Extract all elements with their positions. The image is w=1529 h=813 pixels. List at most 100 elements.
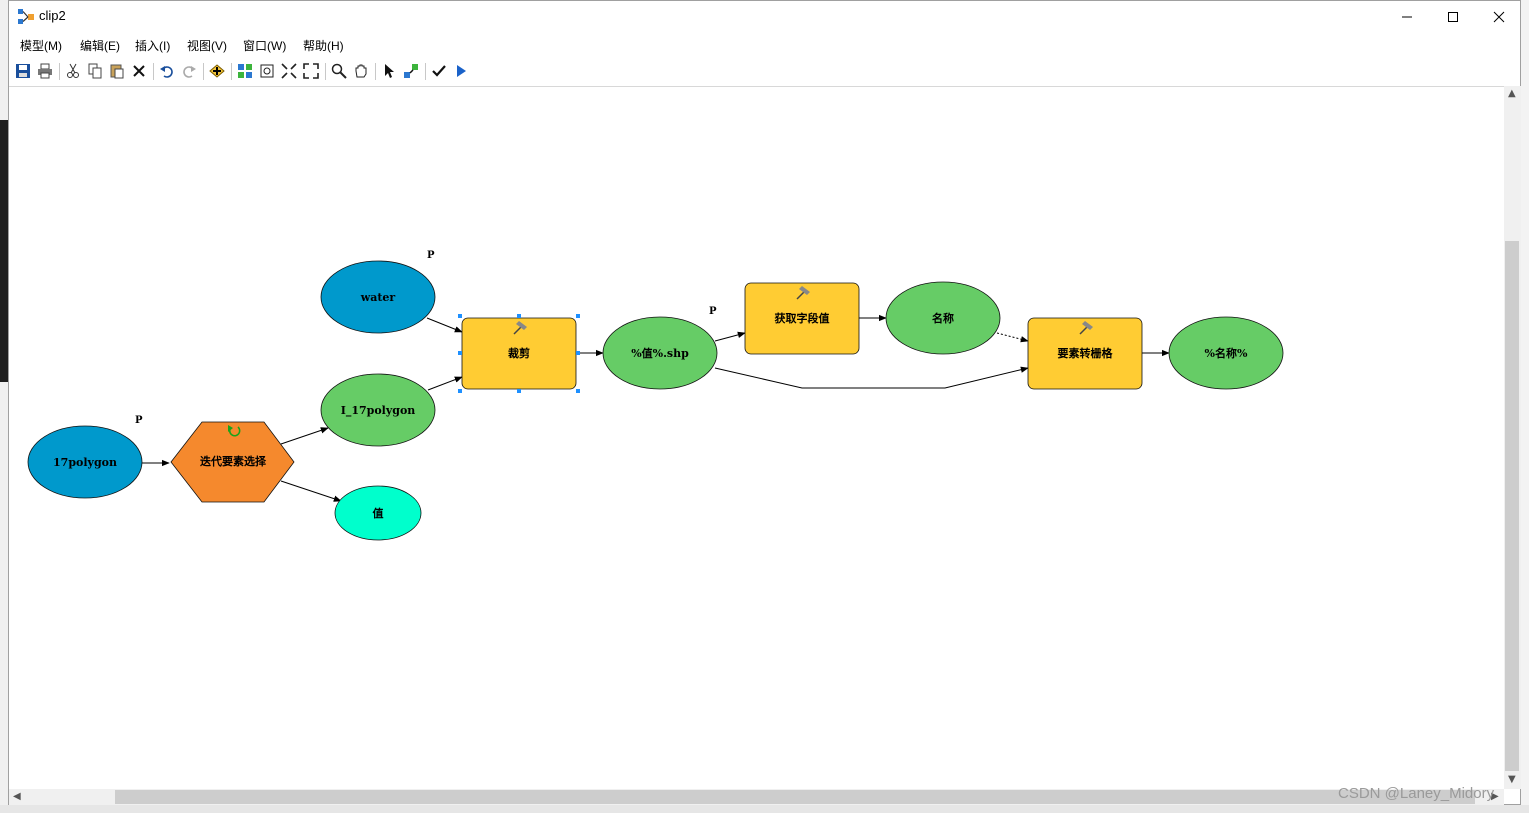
- node-label: 名称: [932, 311, 954, 325]
- save-icon: [16, 64, 30, 78]
- cut-button[interactable]: [63, 61, 83, 81]
- node-feature-to-raster-tool[interactable]: 要素转栅格: [1027, 317, 1143, 390]
- run-icon: [457, 65, 466, 77]
- node-label: 裁剪: [508, 346, 530, 360]
- zoom-out-fixed-icon: [303, 63, 319, 79]
- node-get-field-value-tool[interactable]: 获取字段值: [744, 282, 860, 355]
- node-label: water: [360, 291, 396, 304]
- node-label: 值: [373, 506, 384, 520]
- menu-model[interactable]: 模型(M): [20, 37, 62, 54]
- csdn-watermark: CSDN @Laney_Midory: [1338, 785, 1495, 802]
- node-label: %名称%: [1205, 346, 1248, 360]
- connect-button[interactable]: [401, 61, 421, 81]
- node-label: 要素转栅格: [1058, 346, 1114, 360]
- toolbar-separator: [375, 63, 376, 80]
- toolbar: [9, 59, 1520, 85]
- toolbar-separator: [231, 63, 232, 80]
- menu-insert[interactable]: 插入(I): [135, 37, 170, 54]
- cut-icon: [67, 63, 79, 78]
- run-button[interactable]: [451, 61, 471, 81]
- modelbuilder-window: clip2 模型(M) 编辑(E) 插入(I) 视图(V) 窗口(W) 帮助(H…: [8, 0, 1521, 805]
- zoom-button[interactable]: [329, 61, 349, 81]
- window-title: clip2: [39, 8, 66, 23]
- close-icon: [1493, 11, 1505, 22]
- menu-bar: 模型(M) 编辑(E) 插入(I) 视图(V) 窗口(W) 帮助(H): [9, 34, 1520, 56]
- horizontal-scroll-thumb[interactable]: [115, 790, 1475, 804]
- save-button[interactable]: [13, 61, 33, 81]
- zoom-out-fixed-button[interactable]: [301, 61, 321, 81]
- connect-icon: [404, 64, 418, 78]
- select-icon: [385, 64, 394, 78]
- connector-water-clip: [426, 317, 463, 333]
- toolbar-separator: [59, 63, 60, 80]
- add-data-button[interactable]: [207, 61, 227, 81]
- vertical-scrollbar[interactable]: ▲ ▼: [1504, 86, 1521, 789]
- background-desktop-bottom: [0, 805, 1529, 813]
- node-water[interactable]: water: [320, 260, 436, 334]
- node-iterate-feature-selection[interactable]: 迭代要素选择: [170, 421, 295, 503]
- validate-button[interactable]: [429, 61, 449, 81]
- horizontal-scrollbar[interactable]: ◀ ▶: [9, 789, 1504, 805]
- model-diagram: 17polygon P 迭代要素选择 water P I_17polygon 值…: [27, 250, 1284, 541]
- zoom-in-fixed-button[interactable]: [279, 61, 299, 81]
- validate-icon: [432, 65, 446, 77]
- parameter-marker: P: [135, 415, 143, 426]
- pan-button[interactable]: [351, 61, 371, 81]
- scroll-left-icon[interactable]: ◀: [13, 791, 21, 802]
- undo-icon: [160, 66, 173, 78]
- toolbar-separator: [425, 63, 426, 80]
- toolbar-separator: [153, 63, 154, 80]
- parameter-marker: P: [427, 250, 435, 261]
- minimize-icon: [1402, 16, 1412, 17]
- full-extent-icon: [260, 64, 274, 78]
- connector-iterate-i17polygon: [280, 427, 329, 445]
- close-button[interactable]: [1476, 1, 1522, 32]
- node-name[interactable]: 名称: [885, 281, 1001, 355]
- node-17polygon[interactable]: 17polygon: [27, 425, 143, 499]
- menu-edit[interactable]: 编辑(E): [80, 37, 120, 54]
- menu-help[interactable]: 帮助(H): [303, 37, 344, 54]
- print-button[interactable]: [35, 61, 55, 81]
- auto-layout-button[interactable]: [235, 61, 255, 81]
- scroll-up-icon[interactable]: ▲: [1508, 88, 1516, 99]
- node-i-17polygon[interactable]: I_17polygon: [320, 373, 436, 447]
- print-icon: [38, 63, 52, 79]
- node-clip-tool[interactable]: 裁剪: [458, 314, 580, 393]
- node-value[interactable]: 值: [334, 485, 422, 541]
- copy-button[interactable]: [85, 61, 105, 81]
- connector-iterate-value: [280, 480, 342, 502]
- full-extent-button[interactable]: [257, 61, 277, 81]
- node-value-shp[interactable]: %值%.shp: [602, 316, 718, 390]
- menu-view[interactable]: 视图(V): [187, 37, 227, 54]
- minimize-button[interactable]: [1384, 1, 1430, 32]
- copy-icon: [88, 63, 102, 79]
- vertical-scroll-thumb[interactable]: [1505, 241, 1519, 771]
- delete-button[interactable]: [129, 61, 149, 81]
- paste-button[interactable]: [107, 61, 127, 81]
- title-bar[interactable]: clip2: [9, 1, 1520, 32]
- add-data-icon: [209, 64, 225, 78]
- paste-icon: [110, 64, 124, 79]
- toolbar-separator: [203, 63, 204, 80]
- zoom-icon: [331, 63, 347, 79]
- connector-valshp-toraster: [714, 366, 1029, 389]
- node-name-output[interactable]: %名称%: [1168, 316, 1284, 390]
- toolbar-separator: [325, 63, 326, 80]
- node-label: 17polygon: [53, 456, 117, 469]
- redo-button[interactable]: [179, 61, 199, 81]
- pan-icon: [355, 64, 367, 78]
- maximize-button[interactable]: [1430, 1, 1476, 32]
- model-canvas[interactable]: 17polygon P 迭代要素选择 water P I_17polygon 值…: [9, 86, 1504, 790]
- background-desktop-right: [1521, 0, 1529, 813]
- node-label: 迭代要素选择: [200, 454, 267, 468]
- node-label: %值%.shp: [631, 346, 689, 360]
- model-app-icon: [18, 9, 34, 24]
- menu-window[interactable]: 窗口(W): [243, 37, 286, 54]
- connector-valshp-getfield: [714, 331, 746, 342]
- undo-button[interactable]: [157, 61, 177, 81]
- scroll-down-icon[interactable]: ▼: [1508, 774, 1516, 785]
- select-button[interactable]: [379, 61, 399, 81]
- auto-layout-icon: [238, 64, 252, 78]
- parameter-marker: P: [709, 306, 717, 317]
- connector-i17polygon-clip: [427, 376, 463, 391]
